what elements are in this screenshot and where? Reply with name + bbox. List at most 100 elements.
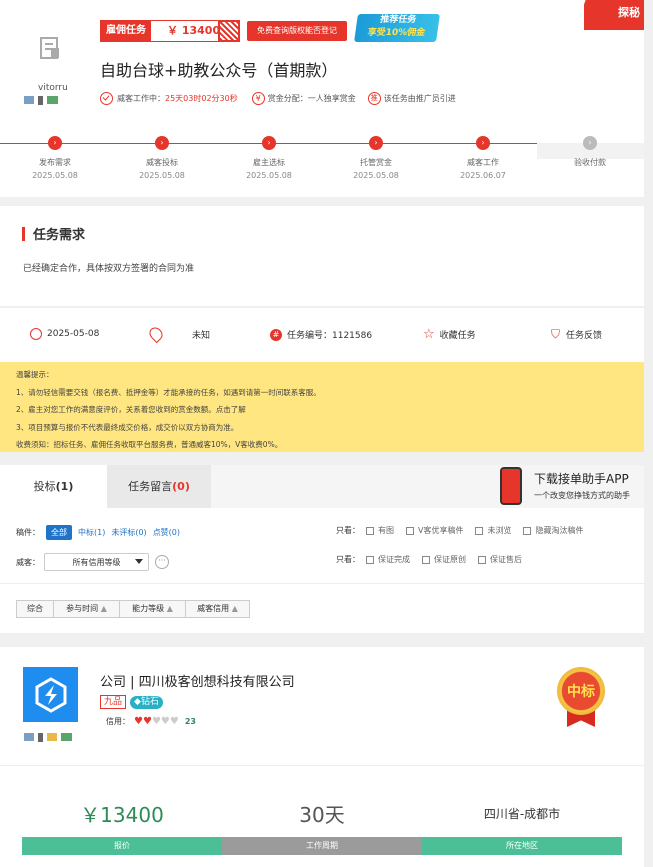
publish-date: 2025-05-08 [47,329,100,339]
heart-empty-icon: ♥ [169,716,179,727]
tab-messages[interactable]: 任务留言(0) [107,465,211,508]
sort-bar: 综合 参与时间 ▲ 能力等级 ▲ 威客信用 ▲ [16,600,250,618]
qr-code-icon[interactable] [218,20,240,42]
user-verify-icons [24,96,58,105]
diamond-icon: ◆ [134,696,141,707]
credit-score: 23 [184,717,196,726]
checkbox-unviewed[interactable] [475,526,484,535]
tab-bids-count: (1) [55,480,74,493]
step-label: 发布需求 [39,158,71,167]
view-filter-label-2: 只看： [336,555,360,564]
filter-liked[interactable]: 点赞(0) [153,527,180,538]
manuscript-filter-label: 稿件： [16,528,40,537]
heart-empty-icon: ♥ [160,716,170,727]
step-label: 验收付款 [574,158,606,167]
feedback-button[interactable]: ⛉ 任务反馈 [551,327,602,342]
phone-hand-icon [500,467,522,505]
step-date: 2025.06.07 [460,171,506,180]
task-title: 自助台球+助教公众号（首期款） [100,61,338,80]
free-query-button[interactable]: 免费查询版权能否登记 [247,21,347,41]
sort-join-time-label: 参与时间 [66,604,99,613]
notice-box: 温馨提示： 1、请勿轻信需要交钱（报名费、抵押金等）才能承接的任务，如遇到请第一… [0,362,644,452]
location-icon [146,324,166,344]
tab-messages-label: 任务留言 [128,480,173,493]
checkbox-guarantee-original[interactable] [422,555,430,564]
company-logo-icon [35,676,66,713]
heading-bar [22,226,25,241]
sort-ability[interactable]: 能力等级 ▲ [120,600,186,618]
notice-item-1: 1、请勿轻信需要交钱（报名费、抵押金等）才能承接的任务，如遇到请第一时间联系客服… [16,387,321,397]
step-date: 2025.05.08 [353,171,399,180]
credit-level-select[interactable]: 所有信用等级 [44,553,149,571]
checkbox-hide-eliminated[interactable] [523,526,532,535]
company-logo[interactable] [23,667,78,722]
task-header-card: 探秘 vitorru 雇佣任务 ￥ 13400 免费查询版权能否登记 推荐任务 … [0,0,644,197]
app-download[interactable]: 下载接单助手APP 一个改变您挣钱方式的助手 [494,467,644,509]
task-type-badge: 雇佣任务 ￥ 13400 [100,20,238,42]
tab-bids-label: 投标 [33,480,56,493]
task-number: 任务编号：1121586 [287,331,373,341]
progress-steps [0,137,644,187]
sort-up-icon: ▲ [100,604,107,613]
sort-join-time[interactable]: 参与时间 ▲ [54,600,120,618]
bid-card: 公司 | 四川极客创想科技有限公司 九品 ◆钻石 信用： ♥ ♥ ♥ ♥ ♥ 2… [0,647,644,867]
more-options-icon[interactable]: ··· [155,555,169,569]
checkbox-guarantee-complete-label: 保证完成 [378,555,410,564]
checkbox-guarantee-complete[interactable] [366,555,374,564]
id-card-icon [24,733,34,741]
step-done-icon: › [476,136,490,150]
requirement-heading: 任务需求 [22,224,85,243]
reward-icon: ¥ [251,92,265,105]
bid-divider [0,765,644,766]
checkbox-hide-eliminated-label: 隐藏淘汰稿件 [535,526,584,535]
medal-circle: 中标 [557,667,605,715]
company-name[interactable]: 公司 | 四川极客创想科技有限公司 [100,671,295,690]
step-label: 威客工作 [467,158,499,167]
step-label: 雇主选标 [253,158,285,167]
favorite-button[interactable]: ☆ 收藏任务 [423,327,476,342]
email-icon [47,733,57,741]
avatar[interactable] [36,34,64,62]
bids-panel: 投标(1) 任务留言(0) 下载接单助手APP 一个改变您挣钱方式的助手 稿件：… [0,465,644,633]
checkbox-with-image-label: 有图 [378,526,394,535]
app-subtitle: 一个改变您挣钱方式的助手 [534,491,630,500]
step-date: 2025.05.08 [246,171,292,180]
reward-distribution: 赏金分配：一人独享赏金 [267,94,356,103]
checkbox-guarantee-aftersale[interactable] [478,555,486,564]
bid-label-price: 报价 [22,837,222,855]
notice-item-4: 收费须知：招标任务、雇佣任务收取平台服务费，普通威客10%，V客收费0%。 [16,440,283,449]
region-label: 所在地区 [506,841,538,850]
filter-won[interactable]: 中标(1) [78,527,105,538]
sort-ability-label: 能力等级 [132,604,165,613]
sort-credit[interactable]: 威客信用 ▲ [186,600,250,618]
bidder-verify-icons [24,733,72,742]
tab-bids[interactable]: 投标(1) [0,465,107,508]
bid-label-region: 所在地区 [422,837,622,855]
bank-card-icon [47,96,58,104]
task-type-label: 雇佣任务 [101,21,151,41]
sort-comprehensive[interactable]: 综合 [16,600,54,618]
phone-icon [38,733,43,742]
shield-icon: ⛉ [551,327,561,341]
diamond-badge: ◆钻石 [130,695,163,709]
checkbox-guarantee-aftersale-label: 保证售后 [490,555,522,564]
checkbox-vip[interactable] [406,526,414,535]
checkbox-with-image[interactable] [366,526,374,535]
notice-title: 温馨提示： [16,370,54,379]
period-label: 工作周期 [306,841,338,850]
price-label: 报价 [114,841,130,850]
heart-icon: ♥ [142,716,152,727]
checkbox-unviewed-label: 未浏览 [487,526,512,535]
step-done-icon: › [48,136,62,150]
location-value: 未知 [192,330,211,341]
username[interactable]: vitorru [38,83,68,93]
promo-banner[interactable]: 推荐任务 享受10%佣金 [354,14,440,42]
filter-unrated[interactable]: 未评标(0) [111,527,146,538]
filter-all[interactable]: 全部 [46,525,72,540]
credit-level-value: 所有信用等级 [72,557,121,567]
status-time: 25天03时02分30秒 [165,94,238,103]
checkbox-guarantee-original-label: 保证原创 [434,555,466,564]
step-done-icon: › [155,136,169,150]
task-meta-row: 2025-05-08 未知 # 任务编号：1121586 ☆ 收藏任务 ⛉ 任务… [0,307,644,362]
promo-line2: 享受10%佣金 [366,28,426,38]
